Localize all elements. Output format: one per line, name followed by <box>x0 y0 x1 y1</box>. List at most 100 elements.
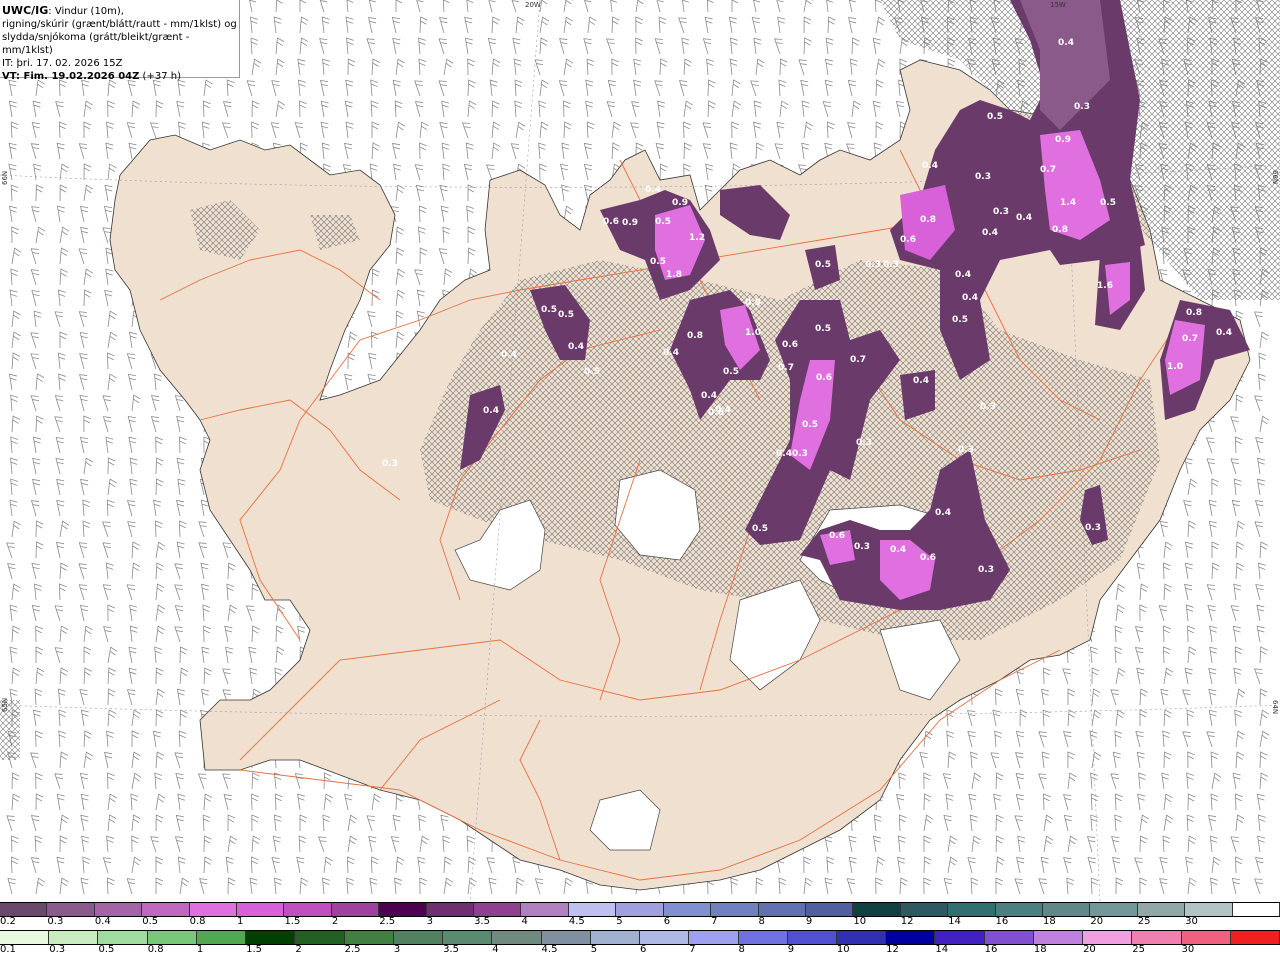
legend-swatch <box>237 903 285 916</box>
valid-time-line: VT: Fim. 19.02.2026 04Z (+37 h) <box>2 70 239 83</box>
legend-label: 0.8 <box>147 944 164 955</box>
precip-value-label: 0.3 <box>854 542 870 552</box>
legend-swatch <box>492 931 542 944</box>
lat-64n-right-label: 64N <box>1271 700 1279 714</box>
legend-label: 4.5 <box>541 944 558 955</box>
legend-label: 7 <box>689 944 696 955</box>
legend-swatch <box>984 931 1034 944</box>
legend-label: 7 <box>711 916 718 927</box>
legend-swatch <box>147 931 197 944</box>
description-line-2: rigning/skúrir (grænt/blátt/rautt - mm/1… <box>2 19 237 30</box>
legend-label: 3.5 <box>474 916 490 927</box>
legend-label: 0.4 <box>94 916 111 927</box>
legend-swatch <box>935 931 985 944</box>
precip-value-label: 0.5 <box>655 217 671 227</box>
legend-label: 1 <box>196 944 204 955</box>
title-rest: : Vindur (10m), <box>48 6 124 17</box>
precip-value-label: 1.0 <box>745 328 761 338</box>
legend-swatch <box>805 903 854 916</box>
legend-label: 0.2 <box>0 916 16 927</box>
precip-value-label: 0.4 <box>663 348 679 358</box>
legend-label: 8 <box>758 916 765 927</box>
legend-label: 25 <box>1132 944 1146 955</box>
legend-swatch <box>948 903 996 916</box>
legend-swatch <box>995 903 1043 916</box>
precip-value-label: 0.7 <box>778 363 794 373</box>
legend-swatch <box>1137 903 1186 916</box>
legend-swatch <box>541 931 591 944</box>
legend-label: 9 <box>805 916 813 927</box>
precip-value-label: 0.4 <box>935 508 951 518</box>
map-info-box: UWC/IG: Vindur (10m), rigning/skúrir (gr… <box>0 0 240 82</box>
precip-value-label: 1.0 <box>1167 362 1183 372</box>
precip-value-label: 0.4 <box>1216 328 1232 338</box>
legend-label: 20 <box>1090 916 1104 927</box>
legend-label: 4 <box>492 944 499 955</box>
legend-swatch <box>1181 931 1231 944</box>
legend-swatch <box>1083 931 1133 944</box>
precip-value-label: 1.6 <box>1097 281 1113 291</box>
rain-legend-labels: 0.1 0.3 0.5 0.8 1 1.5 2 2.5 3 3.5 4 4.5 5 6 7 8 9 10 12 14 1… <box>0 944 1280 957</box>
precip-value-label: 0.9 <box>1055 135 1071 145</box>
legend-swatch <box>1042 903 1091 916</box>
legend-swatch <box>1230 931 1280 944</box>
legend-label: 0.3 <box>49 944 66 955</box>
legend-swatch <box>0 903 48 916</box>
precip-value-label: 0.3 <box>865 260 881 270</box>
legend-swatch <box>474 903 522 916</box>
legend-label: 1.5 <box>246 944 263 955</box>
precip-value-label: 1.2 <box>689 233 705 243</box>
valid-time: VT: Fim. 19.02.2026 04Z <box>2 71 140 82</box>
legend-swatch <box>1232 903 1280 916</box>
precip-value-label: 0.40.3 <box>776 449 808 459</box>
snow-legend-labels: 0.2 0.3 0.4 0.5 0.8 1 1.5 2 2.5 3 3.5 4 4.5 5 6 7 8 9 10 12… <box>0 916 1280 929</box>
precip-value-label: 0.3 <box>1074 102 1090 112</box>
precip-value-label: 0.9 <box>622 218 638 228</box>
legend-swatch <box>568 903 617 916</box>
legend-label: 18 <box>1033 944 1047 955</box>
precip-value-label: 0.6 <box>900 235 916 245</box>
legend-label: 18 <box>1042 916 1056 927</box>
legend-swatch <box>663 903 712 916</box>
legend-swatch <box>1132 931 1182 944</box>
legend-label: 12 <box>900 916 914 927</box>
rain-legend-bar <box>0 930 1280 945</box>
legend-label: 2 <box>295 944 302 955</box>
precip-value-label: 0.8 <box>687 331 703 341</box>
precip-value-label: 0.4 <box>913 376 929 386</box>
legend-swatch <box>521 903 569 916</box>
precip-value-label: 0.5 <box>1100 198 1116 208</box>
legend-swatch <box>246 931 296 944</box>
legend-label: 20 <box>1083 944 1096 955</box>
precip-value-label: 0.8 <box>1052 225 1068 235</box>
legend-swatch <box>616 903 664 916</box>
legend-label: 16 <box>995 916 1009 927</box>
precip-value-label: 0.4 <box>715 405 731 415</box>
legend-swatch <box>787 931 837 944</box>
legend-label: 3 <box>393 944 401 955</box>
precip-value-label: 0.5 <box>541 305 557 315</box>
legend-label: 0.5 <box>98 944 115 955</box>
legend-label: 0.1 <box>0 944 16 955</box>
legend-label: 10 <box>836 944 850 955</box>
precip-value-label: 1.8 <box>666 270 682 280</box>
legend-label: 12 <box>886 944 899 955</box>
precip-value-label: 0.4 <box>982 228 998 238</box>
legend-swatch <box>295 931 345 944</box>
legend-label: 2.5 <box>379 916 396 927</box>
precip-value-label: 0.6 <box>782 340 798 350</box>
precip-value-label: 0.5 <box>752 524 768 534</box>
precip-value-label: 0.4 <box>501 350 517 360</box>
legend-label: 10 <box>853 916 867 927</box>
precip-value-label: 0.3 <box>958 445 974 455</box>
legend-swatch <box>189 903 238 916</box>
precip-value-label: 0.4 <box>962 293 978 303</box>
lon-20w-label: 20W <box>525 1 541 9</box>
precip-value-label: 0.6 <box>920 553 936 563</box>
legend-swatch <box>900 903 949 916</box>
precip-value-label: 0.4 <box>1058 38 1074 48</box>
legend-swatch <box>689 931 739 944</box>
legend-swatch <box>1090 903 1138 916</box>
legend-label: 0.3 <box>47 916 64 927</box>
legend-swatch <box>344 931 394 944</box>
